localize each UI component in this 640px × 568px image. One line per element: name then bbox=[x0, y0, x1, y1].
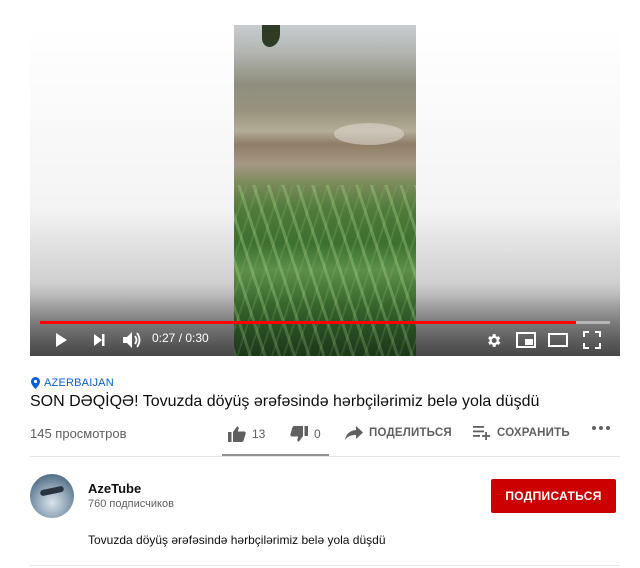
video-title: SON DƏQİQƏ! Tovuzda döyüş ərəfəsində hər… bbox=[30, 393, 540, 410]
settings-button[interactable] bbox=[482, 328, 504, 352]
view-count: 145 просмотров bbox=[30, 426, 127, 441]
more-actions-button[interactable] bbox=[592, 426, 610, 430]
thumbs-up-icon bbox=[228, 426, 246, 442]
more-horizontal-icon bbox=[592, 426, 610, 430]
video-dust-cloud bbox=[334, 123, 404, 145]
location-label: AZERBAIJAN bbox=[44, 377, 114, 389]
fullscreen-icon bbox=[583, 331, 601, 349]
save-label: СОХРАНИТЬ bbox=[497, 427, 570, 439]
add-to-playlist-icon bbox=[473, 426, 491, 440]
video-player[interactable]: 0:27 / 0:30 bbox=[30, 25, 620, 356]
dislike-count: 0 bbox=[314, 427, 321, 441]
play-icon bbox=[56, 333, 67, 347]
avatar-aircraft bbox=[39, 485, 65, 497]
fullscreen-button[interactable] bbox=[580, 328, 604, 352]
video-description: Tovuzda döyüş ərəfəsində hərbçilərimiz b… bbox=[88, 533, 386, 547]
dislike-button[interactable]: 0 bbox=[290, 426, 321, 442]
like-count: 13 bbox=[252, 427, 266, 441]
next-button[interactable] bbox=[88, 328, 110, 352]
like-button[interactable]: 13 bbox=[228, 426, 265, 442]
volume-button[interactable] bbox=[120, 328, 144, 352]
subscriber-count: 760 подписчиков bbox=[88, 498, 174, 510]
channel-name[interactable]: AzeTube bbox=[88, 481, 141, 496]
video-leaf bbox=[262, 25, 280, 47]
save-button[interactable]: СОХРАНИТЬ bbox=[473, 426, 570, 440]
next-icon bbox=[94, 334, 105, 346]
theater-icon bbox=[548, 333, 568, 347]
thumbs-down-icon bbox=[290, 426, 308, 442]
progress-bar[interactable] bbox=[40, 321, 610, 324]
share-label: ПОДЕЛИТЬСЯ bbox=[369, 427, 452, 439]
miniplayer-button[interactable] bbox=[514, 328, 538, 352]
time-display: 0:27 / 0:30 bbox=[152, 331, 209, 345]
share-icon bbox=[345, 426, 363, 440]
theater-button[interactable] bbox=[546, 328, 570, 352]
play-button[interactable] bbox=[50, 328, 72, 352]
channel-avatar[interactable] bbox=[30, 474, 74, 518]
location-pin-icon bbox=[31, 377, 40, 389]
location-link[interactable]: AZERBAIJAN bbox=[31, 377, 114, 389]
settings-icon bbox=[487, 333, 500, 347]
volume-icon bbox=[123, 332, 141, 348]
divider bbox=[30, 456, 620, 457]
miniplayer-icon bbox=[516, 332, 536, 348]
progress-fill bbox=[40, 321, 576, 324]
divider-bottom bbox=[30, 565, 620, 566]
subscribe-button[interactable]: ПОДПИСАТЬСЯ bbox=[491, 479, 616, 513]
share-button[interactable]: ПОДЕЛИТЬСЯ bbox=[345, 426, 452, 440]
